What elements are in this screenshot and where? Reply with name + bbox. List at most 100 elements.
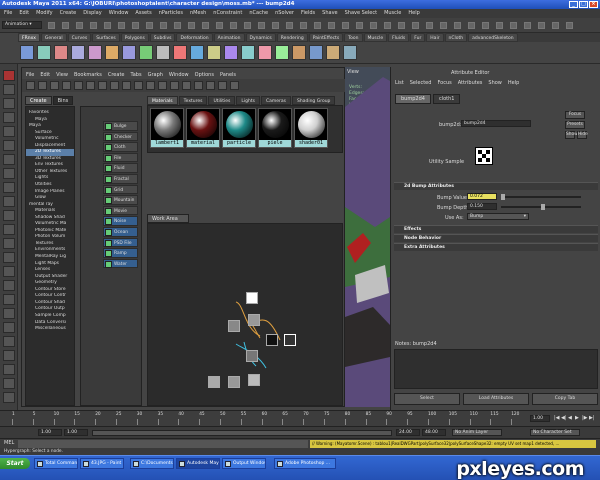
hide-button[interactable]: Hide [577, 131, 588, 139]
status-line-icon[interactable] [328, 22, 335, 29]
create-node-button[interactable]: Fluid Textu [103, 163, 138, 181]
tool-icon[interactable] [3, 364, 15, 375]
shelf-tab[interactable]: Subdivs [149, 33, 176, 42]
graph-node[interactable] [266, 334, 278, 346]
menu-item[interactable]: Modify [36, 9, 53, 18]
section-effects[interactable]: Effects [394, 225, 598, 233]
hypershade-tool-icon[interactable] [206, 81, 215, 90]
attr-editor-menu-item[interactable]: Show [488, 80, 502, 86]
shelf-tab[interactable]: Dynamics [245, 33, 276, 42]
status-line-icon[interactable] [468, 22, 475, 29]
create-node-button[interactable]: Movie [103, 205, 138, 216]
hypershade-menu-item[interactable]: View [56, 71, 68, 79]
bump-value-slider[interactable] [501, 194, 581, 200]
hypershade-menu-item[interactable]: Graph [148, 71, 163, 79]
playback-button[interactable]: |◀ [554, 415, 560, 421]
close-button[interactable]: × [589, 1, 598, 8]
status-line-icon[interactable] [538, 22, 545, 29]
menu-item[interactable]: Edit [19, 9, 29, 18]
hypershade-tool-icon[interactable] [110, 81, 119, 90]
material-swatch[interactable]: lambert1 [150, 108, 184, 148]
hypershade-tool-icon[interactable] [194, 81, 203, 90]
playback-button[interactable]: ◀| [561, 415, 567, 421]
shelf-tool-icon[interactable] [88, 45, 102, 60]
status-line-icon[interactable] [272, 22, 279, 29]
hypershade-menu-item[interactable]: File [26, 71, 34, 79]
show-button[interactable]: Show [565, 131, 578, 139]
create-node-button[interactable]: Noise [103, 216, 138, 226]
tool-icon[interactable] [3, 84, 15, 95]
menu-item[interactable]: nParticles [159, 9, 183, 18]
tool-icon[interactable] [3, 182, 15, 193]
create-node-button[interactable]: PSD File [103, 237, 138, 248]
tool-icon[interactable] [3, 350, 15, 361]
attr-editor-tab[interactable]: bump2d4 [395, 94, 431, 104]
shelf-tool-icon[interactable] [20, 45, 34, 60]
menu-item[interactable]: Display [83, 9, 101, 18]
hypershade-menu-item[interactable]: Create [108, 71, 125, 79]
hypershade-tool-icon[interactable] [158, 81, 167, 90]
copy-tab-button[interactable]: Copy Tab [532, 393, 598, 405]
shelf-tab[interactable]: Fluids [388, 33, 410, 42]
hypershade-menu-item[interactable]: Bookmarks [74, 71, 102, 79]
shelf-tab[interactable]: Curves [67, 33, 92, 42]
shelf-tab[interactable]: Animation [213, 33, 245, 42]
create-node-button[interactable]: Water [103, 258, 138, 269]
status-line-icon[interactable] [76, 22, 83, 29]
material-tab[interactable]: Materials [147, 96, 178, 105]
status-line-icon[interactable] [384, 22, 391, 29]
menu-item[interactable]: Window [109, 9, 129, 18]
status-line-icon[interactable] [426, 22, 433, 29]
graph-node[interactable] [228, 376, 240, 388]
time-slider[interactable]: 1 5 10 15 20 25 30 35 40 45 50 55 60 65 70 75 80 85 90 95 10… [0, 410, 600, 426]
create-node-button[interactable]: File [103, 152, 138, 163]
bump-depth-field[interactable]: 0.150 [467, 203, 497, 210]
menu-item[interactable]: File [4, 9, 12, 18]
minimize-button[interactable]: _ [569, 1, 578, 8]
status-line-icon[interactable] [524, 22, 531, 29]
shelf-tool-icon[interactable] [326, 45, 340, 60]
shelf-tool-icon[interactable] [122, 45, 136, 60]
start-button[interactable]: Start [0, 458, 30, 469]
attr-editor-tab[interactable]: cloth1 [432, 94, 461, 104]
shelf-tool-icon[interactable] [343, 45, 357, 60]
status-line-icon[interactable] [552, 22, 559, 29]
anim-start-field[interactable]: 1.00 [64, 429, 88, 436]
status-line-icon[interactable] [398, 22, 405, 29]
status-line-icon[interactable] [118, 22, 125, 29]
tool-icon[interactable] [3, 140, 15, 151]
status-line-icon[interactable] [412, 22, 419, 29]
material-tab[interactable]: Textures [178, 96, 208, 105]
notes-field[interactable] [394, 349, 598, 389]
shelf-tab[interactable]: Muscle [363, 33, 388, 42]
menu-item[interactable]: nConstraint [213, 9, 242, 18]
graph-node[interactable] [248, 314, 260, 326]
menu-item[interactable]: Shave Select [345, 9, 377, 18]
menu-item[interactable]: Create [60, 9, 77, 18]
menu-item[interactable]: nCache [249, 9, 268, 18]
attr-editor-menu-item[interactable]: Help [508, 80, 519, 86]
playback-button[interactable]: ▶ [575, 415, 579, 421]
shelf-tool-icon[interactable] [173, 45, 187, 60]
menu-item[interactable]: Shave [322, 9, 337, 18]
material-tab[interactable]: Shading Group [292, 96, 336, 105]
tool-icon[interactable] [3, 210, 15, 221]
slider-handle[interactable] [541, 204, 545, 210]
status-line-icon[interactable] [62, 22, 69, 29]
node-name-field[interactable]: bump2d4 [461, 120, 531, 127]
shelf-tab[interactable]: Deformation [176, 33, 213, 42]
menu-item[interactable]: Muscle [384, 9, 401, 18]
hypershade-tool-icon[interactable] [182, 81, 191, 90]
shelf-tab[interactable]: Toon [344, 33, 363, 42]
attr-editor-menu-item[interactable]: List [395, 80, 404, 86]
shelf-tab[interactable]: nCloth [444, 33, 468, 42]
status-line-icon[interactable] [314, 22, 321, 29]
hypershade-tool-icon[interactable] [170, 81, 179, 90]
tool-icon[interactable] [3, 196, 15, 207]
material-tab[interactable]: Lights [236, 96, 260, 105]
tool-icon[interactable] [3, 154, 15, 165]
taskbar-item[interactable]: 43.JPG - Paint [80, 458, 124, 469]
hypershade-tool-icon[interactable] [74, 81, 83, 90]
shelf-tool-icon[interactable] [105, 45, 119, 60]
shelf-tool-icon[interactable] [71, 45, 85, 60]
